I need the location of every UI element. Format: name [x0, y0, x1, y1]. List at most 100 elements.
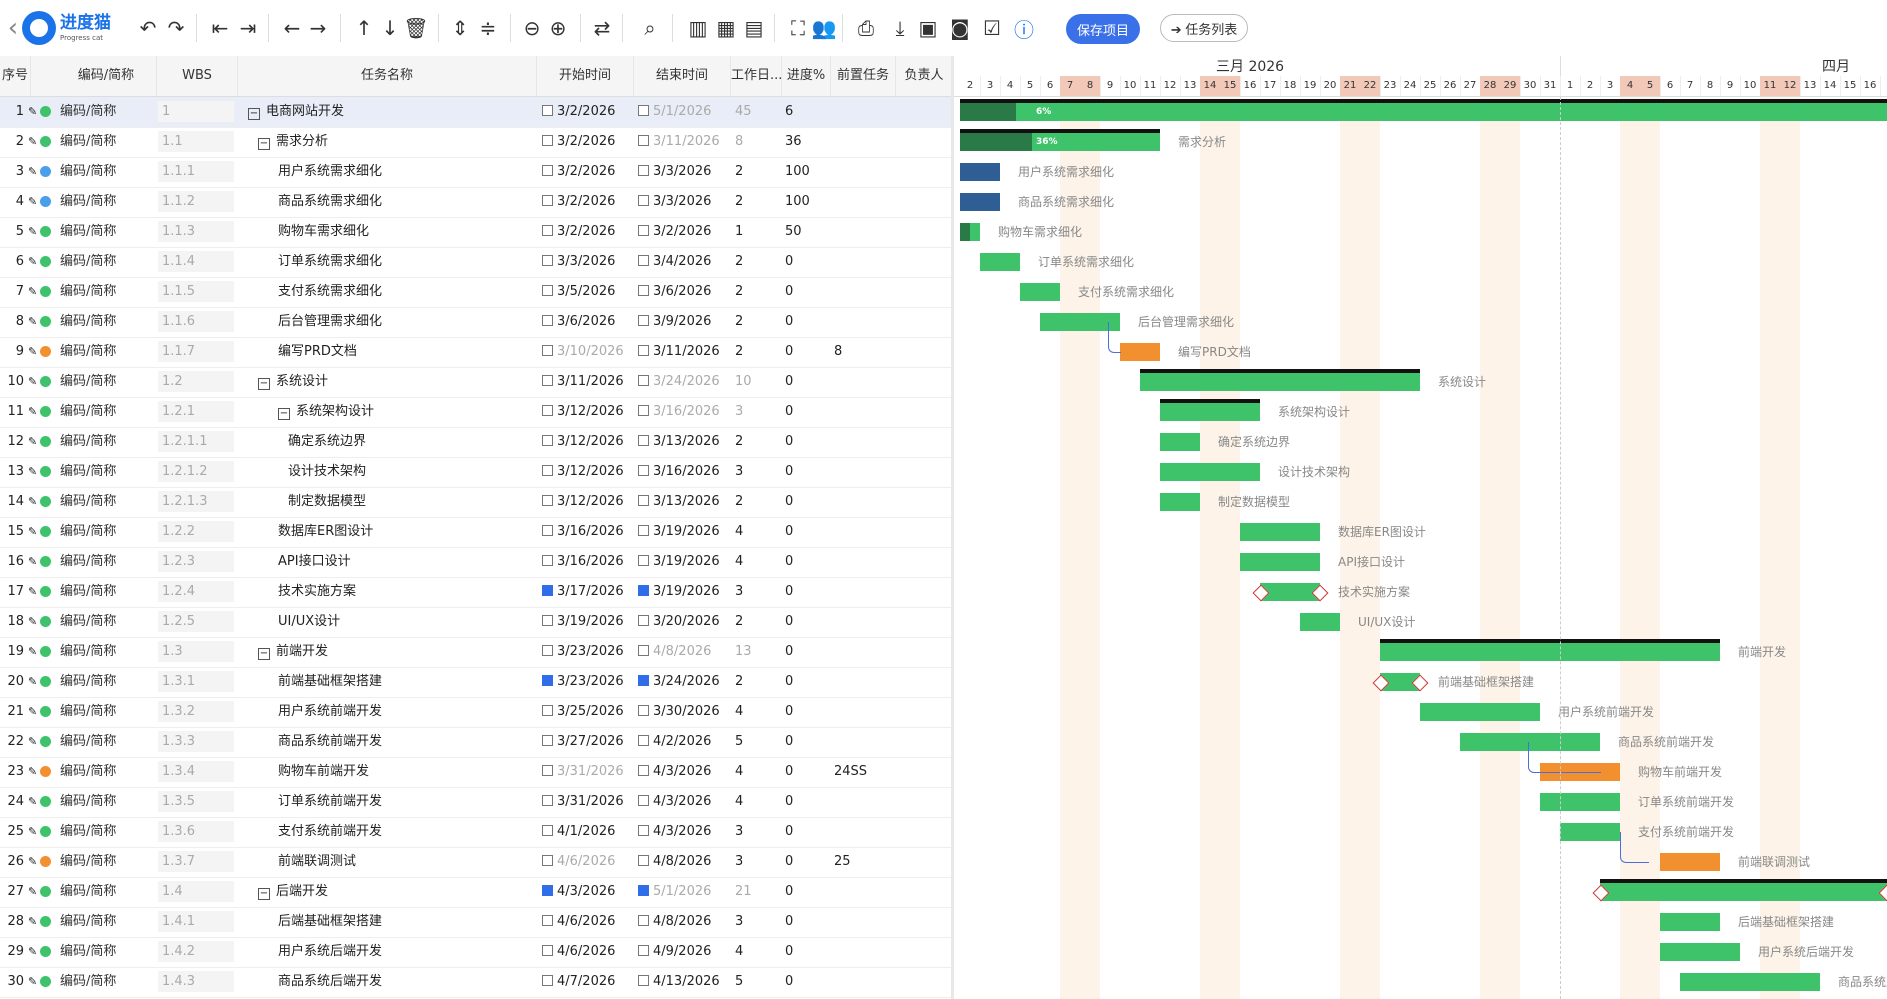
end-cell[interactable]: 4/9/2026 — [638, 937, 730, 967]
edit-pencil-icon[interactable]: ✎ — [28, 487, 38, 517]
code-cell[interactable]: 编码/简称 — [60, 397, 155, 427]
edit-pencil-icon[interactable]: ✎ — [28, 697, 38, 727]
end-cell[interactable]: 3/20/2026 — [638, 607, 730, 637]
progress-cell[interactable]: 100 — [785, 187, 825, 217]
shuffle-icon[interactable]: ⇄ — [588, 14, 616, 42]
task-name-cell[interactable]: − 系统设计 — [240, 367, 553, 397]
start-checkbox[interactable] — [542, 825, 553, 836]
gantt-bar[interactable] — [1160, 463, 1260, 481]
progress-cell[interactable]: 0 — [785, 817, 825, 847]
wbs-cell[interactable]: 1.3.7 — [158, 847, 238, 877]
end-cell[interactable]: 4/3/2026 — [638, 757, 730, 787]
start-checkbox[interactable] — [542, 105, 553, 116]
task-name-cell[interactable]: 前端联调测试 — [240, 847, 573, 877]
progress-cell[interactable]: 0 — [785, 577, 825, 607]
code-cell[interactable]: 编码/简称 — [60, 937, 155, 967]
table-row[interactable]: 10 ✎ 编码/简称 1.2− 系统设计 3/11/2026 3/24/2026 10 0 — [0, 367, 953, 398]
end-cell[interactable]: 4/8/2026 — [638, 637, 730, 667]
table-row[interactable]: 27 ✎ 编码/简称 1.4− 后端开发 4/3/2026 5/1/2026 21 0 — [0, 877, 953, 908]
table-row[interactable]: 9 ✎ 编码/简称 1.1.7 编写PRD文档 3/10/2026 3/11/2026 2 0 8 — [0, 337, 953, 368]
predecessor-cell[interactable]: 25 — [834, 847, 892, 877]
start-cell[interactable]: 3/31/2026 — [542, 757, 634, 787]
gantt-bar[interactable] — [1660, 943, 1740, 961]
start-cell[interactable]: 3/2/2026 — [542, 157, 634, 187]
predecessor-cell[interactable] — [834, 367, 892, 397]
col-header-name[interactable]: 任务名称 — [238, 56, 537, 96]
end-cell[interactable]: 3/19/2026 — [638, 547, 730, 577]
gantt-bar[interactable] — [960, 103, 1887, 121]
start-checkbox[interactable] — [542, 765, 553, 776]
end-cell[interactable]: 3/3/2026 — [638, 187, 730, 217]
start-cell[interactable]: 3/23/2026 — [542, 637, 634, 667]
table-row[interactable]: 13 ✎ 编码/简称 1.2.1.2 设计技术架构 3/12/2026 3/16/2026 3… — [0, 457, 953, 488]
predecessor-cell[interactable] — [834, 277, 892, 307]
table-row[interactable]: 30 ✎ 编码/简称 1.4.3 商品系统后端开发 4/7/2026 4/13/2026 5 0 — [0, 967, 953, 998]
end-checkbox[interactable] — [638, 735, 649, 746]
duration-cell[interactable]: 2 — [735, 307, 780, 337]
task-name-cell[interactable]: 用户系统需求细化 — [240, 157, 573, 187]
progress-cell[interactable]: 0 — [785, 637, 825, 667]
start-checkbox[interactable] — [542, 735, 553, 746]
end-checkbox[interactable] — [638, 615, 649, 626]
progress-cell[interactable]: 0 — [785, 607, 825, 637]
task-name-cell[interactable]: 前端基础框架搭建 — [240, 667, 573, 697]
progress-cell[interactable]: 0 — [785, 847, 825, 877]
end-cell[interactable]: 5/1/2026 — [638, 97, 730, 127]
edit-pencil-icon[interactable]: ✎ — [28, 307, 38, 337]
wbs-cell[interactable]: 1.3.1 — [158, 667, 238, 697]
wbs-cell[interactable]: 1.4.1 — [158, 907, 238, 937]
edit-pencil-icon[interactable]: ✎ — [28, 967, 38, 997]
gantt-bar[interactable] — [1420, 703, 1540, 721]
duration-cell[interactable]: 4 — [735, 757, 780, 787]
edit-pencil-icon[interactable]: ✎ — [28, 187, 38, 217]
wbs-cell[interactable]: 1.3.2 — [158, 697, 238, 727]
users-icon[interactable]: 👥 — [810, 14, 838, 42]
wbs-cell[interactable]: 1.2.4 — [158, 577, 238, 607]
start-checkbox[interactable] — [542, 885, 553, 896]
wbs-cell[interactable]: 1.2.2 — [158, 517, 238, 547]
start-cell[interactable]: 4/7/2026 — [542, 967, 634, 997]
end-checkbox[interactable] — [638, 405, 649, 416]
start-checkbox[interactable] — [542, 915, 553, 926]
table-row[interactable]: 18 ✎ 编码/简称 1.2.5 UI/UX设计 3/19/2026 3/20/2026 2 0 — [0, 607, 953, 638]
col-header-progress[interactable]: 进度% — [782, 56, 831, 96]
wbs-cell[interactable]: 1.2.1 — [158, 397, 238, 427]
wbs-cell[interactable]: 1.3 — [158, 637, 238, 667]
wbs-cell[interactable]: 1.1.3 — [158, 217, 238, 247]
edit-pencil-icon[interactable]: ✎ — [28, 517, 38, 547]
table-row[interactable]: 3 ✎ 编码/简称 1.1.1 用户系统需求细化 3/2/2026 3/3/2026 2 100 — [0, 157, 953, 188]
start-cell[interactable]: 3/12/2026 — [542, 397, 634, 427]
table-row[interactable]: 29 ✎ 编码/简称 1.4.2 用户系统后端开发 4/6/2026 4/9/2026 4 0 — [0, 937, 953, 968]
code-cell[interactable]: 编码/简称 — [60, 367, 155, 397]
start-checkbox[interactable] — [542, 435, 553, 446]
progress-cell[interactable]: 0 — [785, 247, 825, 277]
progress-cell[interactable]: 0 — [785, 877, 825, 907]
task-name-cell[interactable]: 后台管理需求细化 — [240, 307, 573, 337]
task-name-cell[interactable]: − 后端开发 — [240, 877, 553, 907]
duration-cell[interactable]: 2 — [735, 247, 780, 277]
edit-pencil-icon[interactable]: ✎ — [28, 427, 38, 457]
predecessor-cell[interactable] — [834, 97, 892, 127]
start-checkbox[interactable] — [542, 555, 553, 566]
code-cell[interactable]: 编码/简称 — [60, 277, 155, 307]
end-checkbox[interactable] — [638, 855, 649, 866]
excel-icon[interactable]: ▣ — [914, 14, 942, 42]
logo[interactable]: ‹ 进度猫 Progress cat — [4, 8, 111, 48]
code-cell[interactable]: 编码/简称 — [60, 547, 155, 577]
edit-pencil-icon[interactable]: ✎ — [28, 97, 38, 127]
predecessor-cell[interactable] — [834, 697, 892, 727]
predecessor-cell[interactable] — [834, 637, 892, 667]
start-checkbox[interactable] — [542, 645, 553, 656]
wbs-cell[interactable]: 1.1 — [158, 127, 238, 157]
progress-cell[interactable]: 0 — [785, 277, 825, 307]
duration-cell[interactable]: 3 — [735, 907, 780, 937]
code-cell[interactable]: 编码/简称 — [60, 877, 155, 907]
task-name-cell[interactable]: 购物车前端开发 — [240, 757, 573, 787]
table-row[interactable]: 7 ✎ 编码/简称 1.1.5 支付系统需求细化 3/5/2026 3/6/2026 2 0 — [0, 277, 953, 308]
wbs-cell[interactable]: 1.1.5 — [158, 277, 238, 307]
duration-cell[interactable]: 2 — [735, 667, 780, 697]
progress-cell[interactable]: 50 — [785, 217, 825, 247]
expand-all-icon[interactable]: ⇕ — [446, 14, 474, 42]
download-icon[interactable]: ⤓ — [886, 14, 914, 42]
edit-pencil-icon[interactable]: ✎ — [28, 757, 38, 787]
